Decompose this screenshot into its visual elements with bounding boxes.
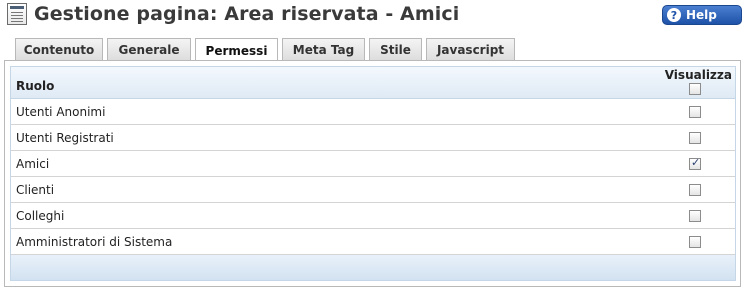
page-title: Gestione pagina: Area riservata - Amici	[34, 3, 460, 25]
permissions-panel: Ruolo Visualizza Utenti Anonimi Utenti R…	[4, 60, 741, 287]
select-all-checkbox[interactable]	[689, 83, 701, 95]
role-label: Amici	[16, 157, 50, 171]
table-row: Utenti Registrati	[11, 125, 735, 151]
view-checkbox[interactable]	[689, 184, 701, 196]
question-icon: ?	[667, 8, 681, 22]
table-header: Ruolo Visualizza	[11, 67, 735, 99]
column-header-view: Visualizza	[664, 68, 732, 82]
table-footer	[11, 255, 735, 280]
table-row: Clienti	[11, 177, 735, 203]
column-header-role: Ruolo	[16, 79, 55, 93]
view-checkbox[interactable]: ✓	[689, 156, 701, 170]
tab-contenuto[interactable]: Contenuto	[15, 38, 103, 61]
table-row: Colleghi	[11, 203, 735, 229]
role-label: Amministratori di Sistema	[16, 235, 173, 249]
checkmark-icon: ✓	[691, 156, 701, 169]
role-label: Utenti Anonimi	[16, 105, 106, 119]
table-row: Amici ✓	[11, 151, 735, 177]
tab-bar: Contenuto Generale Permessi Meta Tag Sti…	[15, 38, 519, 62]
page-header: Gestione pagina: Area riservata - Amici …	[0, 0, 744, 34]
view-checkbox[interactable]	[689, 132, 701, 144]
tab-javascript[interactable]: Javascript	[426, 38, 515, 61]
help-button[interactable]: ? Help	[662, 5, 742, 25]
view-checkbox[interactable]	[689, 236, 701, 248]
role-label: Colleghi	[16, 209, 65, 223]
view-checkbox[interactable]	[689, 210, 701, 222]
view-checkbox[interactable]	[689, 106, 701, 118]
table-row: Utenti Anonimi	[11, 99, 735, 125]
tab-generale[interactable]: Generale	[107, 38, 191, 61]
role-label: Clienti	[16, 183, 55, 197]
table-row: Amministratori di Sistema	[11, 229, 735, 255]
page-edit-icon	[7, 3, 27, 25]
permissions-table: Ruolo Visualizza Utenti Anonimi Utenti R…	[10, 66, 736, 281]
tab-permessi[interactable]: Permessi	[195, 38, 278, 62]
role-label: Utenti Registrati	[16, 131, 114, 145]
tab-meta-tag[interactable]: Meta Tag	[282, 38, 365, 61]
tab-stile[interactable]: Stile	[369, 38, 422, 61]
help-button-label: Help	[686, 8, 717, 22]
